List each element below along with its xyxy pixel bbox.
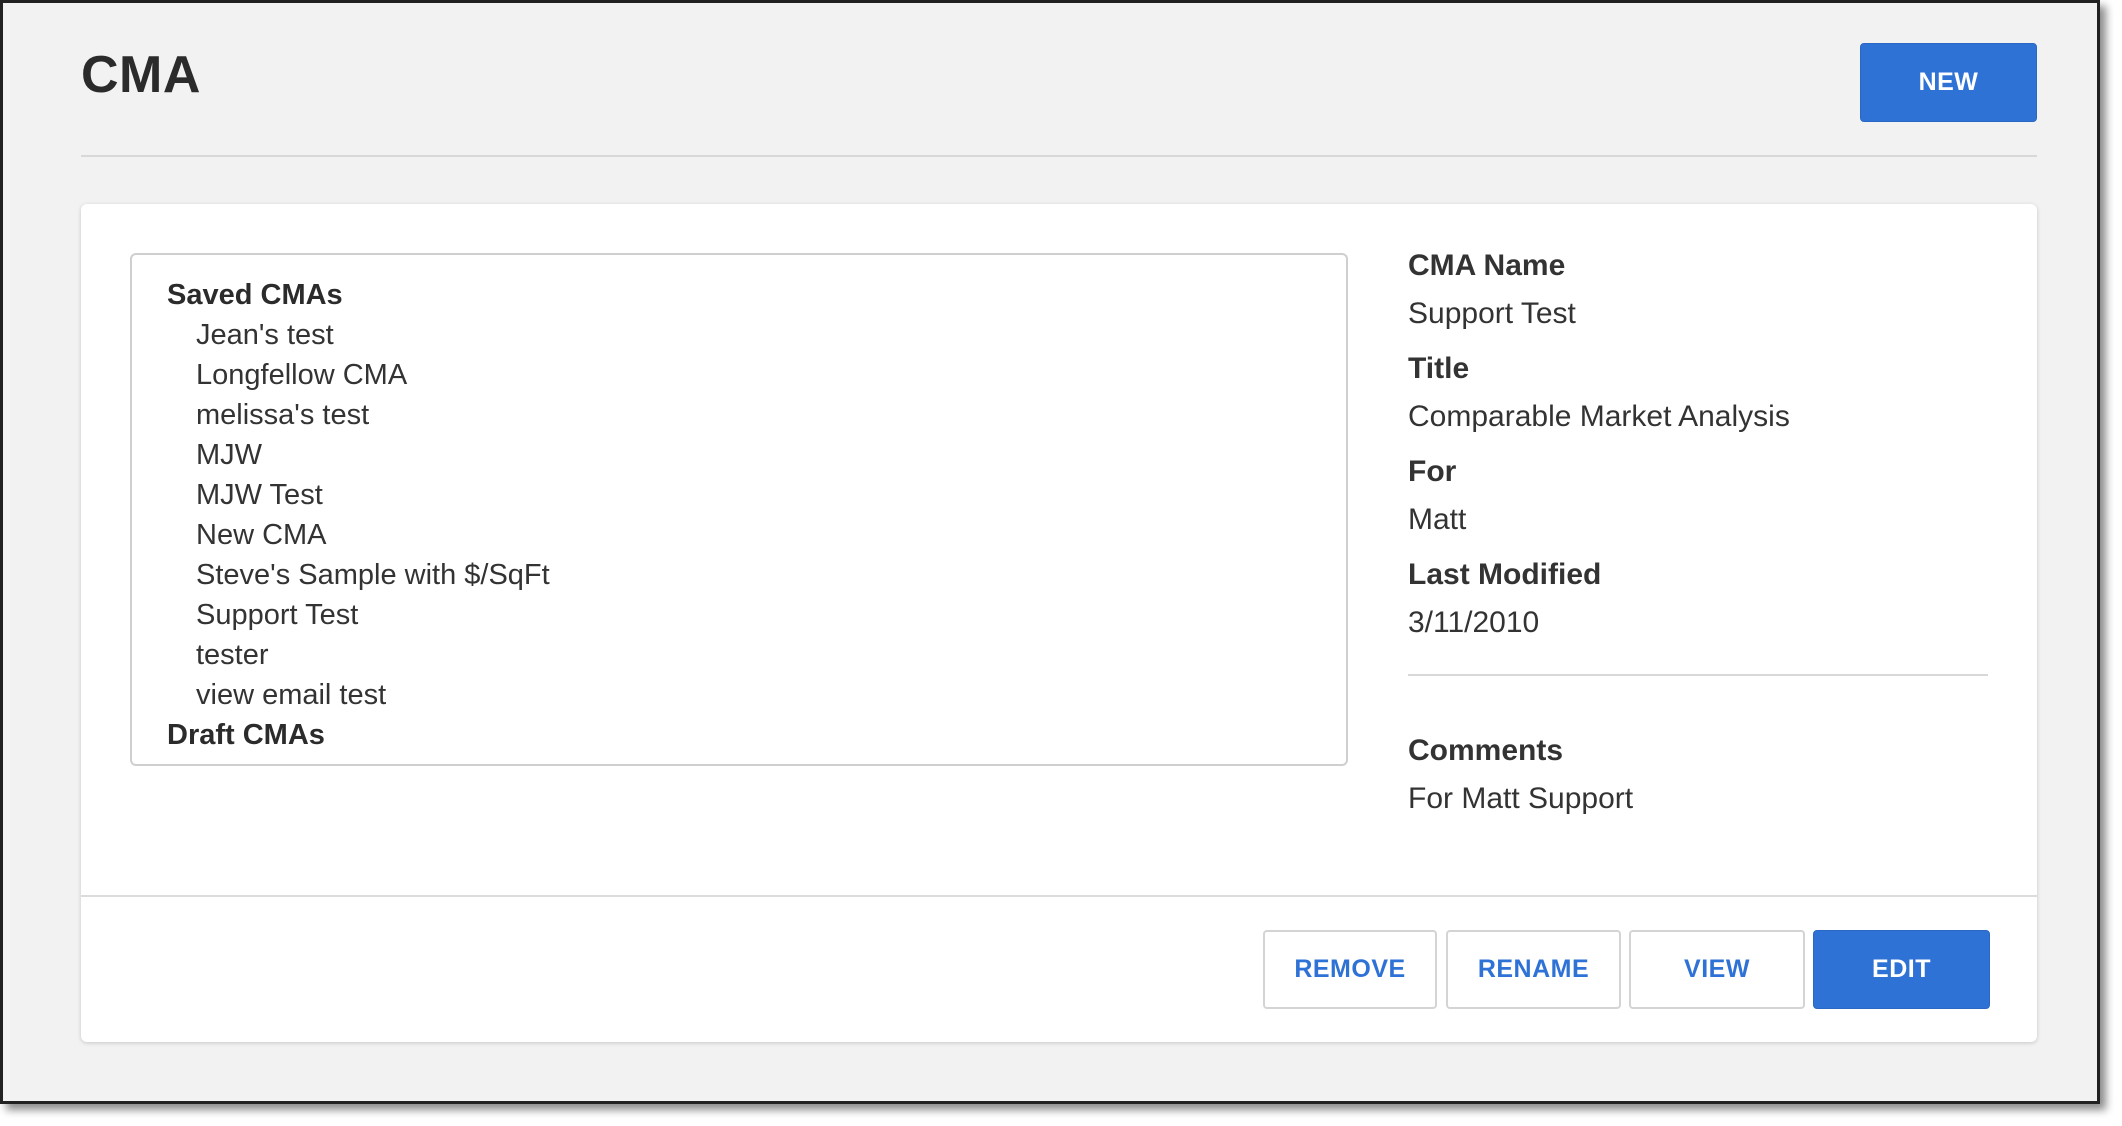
page-title: CMA [81,46,201,104]
list-item[interactable]: Longfellow CMA [167,355,1346,395]
list-group-saved[interactable]: Saved CMAs [167,275,1346,315]
list-item[interactable]: Jean's test [167,315,1346,355]
header-divider [81,155,2037,157]
rename-button[interactable]: RENAME [1446,930,1621,1009]
cma-name-value: Support Test [1408,297,1576,330]
comments-field: Comments For Matt Support [1408,731,1988,819]
for-value: Matt [1408,503,1467,536]
last-modified-value: 3/11/2010 [1408,606,1540,639]
title-label: Title [1408,352,1470,385]
list-item[interactable]: Steve's Sample with $/SqFt [167,555,1346,595]
comments-value: For Matt Support [1408,782,1634,815]
remove-button[interactable]: REMOVE [1263,930,1437,1009]
list-item[interactable]: melissa's test [167,395,1346,435]
cma-name-field: CMA Name Support Test [1408,246,1988,334]
title-field: Title Comparable Market Analysis [1408,349,1988,437]
edit-button[interactable]: EDIT [1813,930,1990,1009]
cma-card: Saved CMAs Jean's test Longfellow CMA me… [81,204,2037,1042]
title-value: Comparable Market Analysis [1408,400,1790,433]
last-modified-label: Last Modified [1408,558,1602,591]
cma-details-panel: CMA Name Support Test Title Comparable M… [1408,246,1988,834]
cma-name-label: CMA Name [1408,249,1566,282]
for-label: For [1408,455,1457,488]
list-item[interactable]: MJW [167,435,1346,475]
for-field: For Matt [1408,452,1988,540]
list-item[interactable]: view email test [167,675,1346,715]
footer-divider [81,895,2037,897]
app-window: CMA NEW Saved CMAs Jean's test Longfello… [0,0,2100,1104]
cma-list[interactable]: Saved CMAs Jean's test Longfellow CMA me… [130,253,1348,766]
last-modified-field: Last Modified 3/11/2010 [1408,555,1988,643]
list-item[interactable]: New CMA [167,515,1346,555]
view-button[interactable]: VIEW [1629,930,1805,1009]
comments-label: Comments [1408,734,1564,767]
details-divider [1408,674,1988,676]
list-group-draft[interactable]: Draft CMAs [167,715,1346,755]
new-cma-button[interactable]: NEW [1860,43,2037,122]
list-item[interactable]: MJW Test [167,475,1346,515]
list-item[interactable]: tester [167,635,1346,675]
list-item[interactable]: Support Test [167,595,1346,635]
